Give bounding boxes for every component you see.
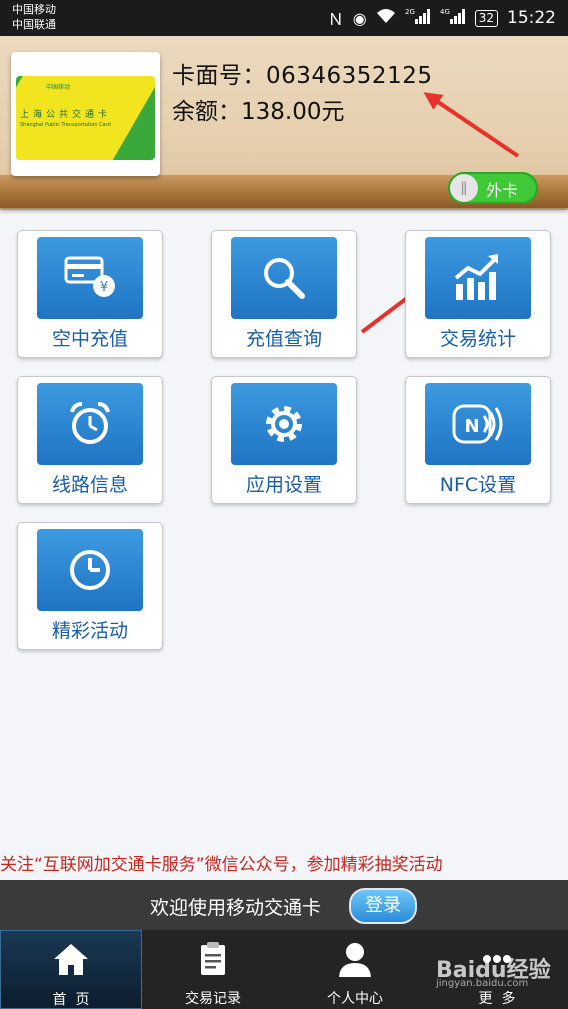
tab-transactions[interactable]: 交易记录: [142, 930, 284, 1009]
nfc-icon: Ｎ: [327, 10, 344, 29]
svg-text:¥: ¥: [100, 280, 108, 295]
signal-icon: 2G: [405, 8, 431, 28]
status-icons: Ｎ ◉ 2G 4G 32 15:22: [328, 0, 556, 36]
tile-nfc-settings[interactable]: N NFC设置: [405, 376, 551, 504]
wifi-icon: [376, 8, 396, 28]
tab-label: 首 页: [52, 992, 90, 1008]
card-title: 上海公共交通卡: [20, 110, 112, 120]
clipboard-icon: [201, 942, 225, 975]
user-icon: [339, 943, 371, 977]
card-subtitle: Shanghai Public Transportation Card: [20, 122, 111, 128]
tile-label: NFC设置: [439, 474, 517, 496]
tile-activities[interactable]: 精彩活动: [17, 522, 163, 650]
welcome-text: 欢迎使用移动交通卡: [150, 897, 322, 919]
carrier-2: 中国联通: [12, 18, 56, 31]
tab-profile[interactable]: 个人中心: [284, 930, 426, 1009]
balance-label: 余额：: [172, 99, 241, 125]
toggle-label: 外卡: [486, 181, 519, 200]
tile-label: 空中充值: [51, 328, 128, 350]
tile-label: 充值查询: [245, 328, 322, 350]
login-button[interactable]: 登录: [349, 888, 417, 924]
tile-air-recharge[interactable]: ¥ 空中充值: [17, 230, 163, 358]
tile-label: 线路信息: [51, 474, 128, 496]
tab-home[interactable]: 首 页: [0, 930, 142, 1009]
chart-icon: [425, 237, 531, 319]
tile-transaction-stats[interactable]: 交易统计: [405, 230, 551, 358]
card-number-label: 卡面号：: [172, 63, 266, 89]
tile-app-settings[interactable]: 应用设置: [211, 376, 357, 504]
clock-icon: [37, 529, 143, 611]
toggle-knob-icon: ǁ: [450, 174, 478, 202]
signal-icon: 4G: [440, 8, 466, 28]
card-logo: 中国移动: [46, 84, 71, 91]
nfc-icon: N: [425, 383, 531, 465]
status-bar: 中国移动 中国联通 Ｎ ◉ 2G 4G 32 15:22: [0, 0, 568, 36]
card-recharge-icon: ¥: [37, 237, 143, 319]
card-balance: 余额：138.00元: [172, 92, 344, 126]
watermark-url: jingyan.baidu.com: [436, 978, 529, 989]
svg-text:N: N: [464, 416, 479, 437]
external-card-toggle[interactable]: ǁ 外卡: [448, 172, 538, 204]
tab-label: 个人中心: [327, 991, 383, 1007]
home-icon: [54, 944, 88, 975]
tile-label: 精彩活动: [51, 620, 128, 642]
transport-card-picture: 中国移动 上海公共交通卡 Shanghai Public Transportat…: [16, 76, 155, 160]
card-number-value: 06346352125: [266, 63, 433, 89]
alarm-clock-icon: [37, 383, 143, 465]
tab-label: 更 多: [478, 991, 516, 1007]
svg-text:2G: 2G: [405, 8, 415, 16]
eye-icon: ◉: [352, 8, 367, 28]
balance-value: 138.00元: [241, 99, 345, 125]
tile-recharge-query[interactable]: 充值查询: [211, 230, 357, 358]
tile-route-info[interactable]: 线路信息: [17, 376, 163, 504]
search-icon: [231, 237, 337, 319]
gear-icon: [231, 383, 337, 465]
carrier-1: 中国移动: [12, 3, 56, 16]
tile-label: 应用设置: [245, 474, 322, 496]
battery-icon: 32: [474, 9, 498, 27]
tab-label: 交易记录: [185, 991, 241, 1007]
tile-label: 交易统计: [439, 328, 516, 350]
welcome-bar: 欢迎使用移动交通卡 登录: [0, 880, 568, 930]
card-image[interactable]: 中国移动 上海公共交通卡 Shanghai Public Transportat…: [11, 52, 160, 176]
promo-marquee[interactable]: 关注“互联网加交通卡服务”微信公众号，参加精彩抽奖活动: [0, 850, 568, 875]
clock: 15:22: [507, 8, 556, 28]
card-number: 卡面号：06346352125: [172, 56, 432, 90]
svg-text:4G: 4G: [440, 8, 450, 16]
